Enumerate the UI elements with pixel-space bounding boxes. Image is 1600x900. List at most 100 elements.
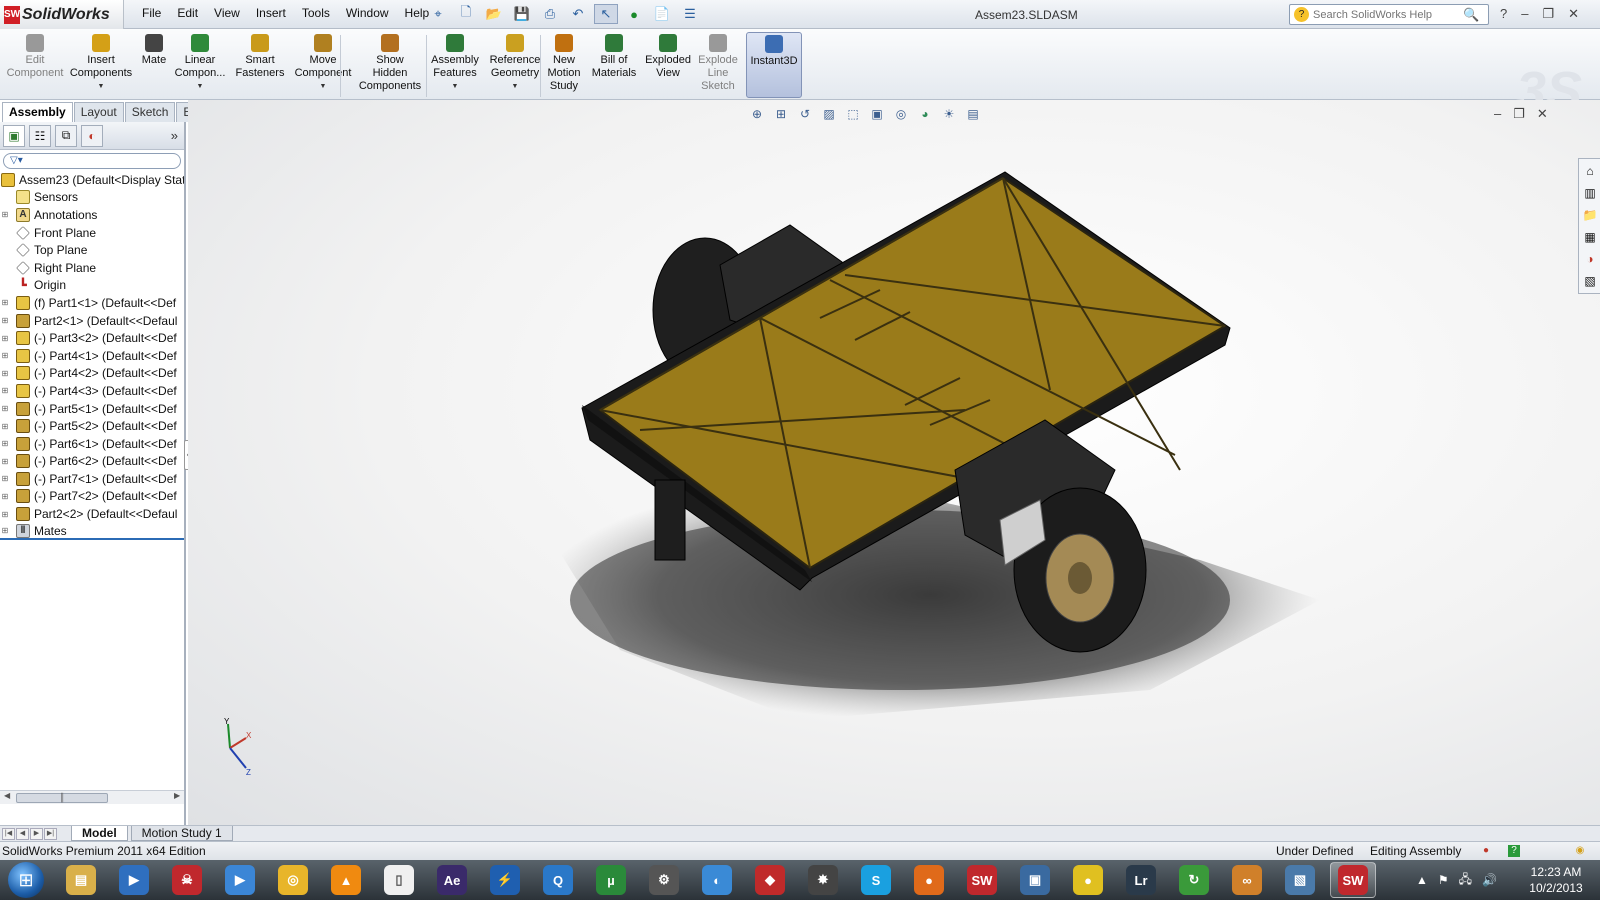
command-mate-button[interactable]: Mate (138, 32, 170, 98)
expand-toggle-icon[interactable]: ⊞ (0, 474, 10, 483)
tree-root[interactable]: Assem23 (Default<Display Stat (0, 171, 184, 189)
search-icon[interactable]: 🔍 (1463, 7, 1479, 23)
tree-item[interactable]: Top Plane (0, 241, 184, 259)
tree-item[interactable]: ⊞ ‖ Mates (0, 523, 184, 541)
scroll-thumb[interactable]: ║ (16, 793, 108, 803)
taskbar-media-button[interactable]: ✸ (800, 862, 846, 898)
tree-item[interactable]: ⊞ (-) Part5<2> (Default<<Def (0, 417, 184, 435)
dropdown-arrow-icon[interactable]: ▼ (68, 80, 134, 93)
expand-toggle-icon[interactable]: ⊞ (0, 351, 10, 360)
expand-toggle-icon[interactable]: ⊞ (0, 439, 10, 448)
command-exploded-view-button[interactable]: Exploded View (642, 32, 694, 98)
taskbar-game-button[interactable]: ⚙ (641, 862, 687, 898)
close-icon[interactable]: ✕ (1568, 6, 1579, 22)
expand-toggle-icon[interactable]: ⊞ (0, 210, 10, 219)
solidworks-logo[interactable]: SW SolidWorks (0, 0, 124, 29)
tree-item[interactable]: ┗ Origin (0, 277, 184, 295)
file-properties-icon[interactable]: 📄 (650, 4, 674, 24)
command-linear-pattern-button[interactable]: Linear Compon... ▼ (172, 32, 228, 98)
expand-toggle-icon[interactable]: ⊞ (0, 404, 10, 413)
tree-item[interactable]: ⊞ (-) Part4<3> (Default<<Def (0, 382, 184, 400)
restore-icon[interactable]: ❐ (1542, 6, 1554, 22)
dropdown-arrow-icon[interactable]: ▼ (484, 80, 546, 93)
tab-layout[interactable]: Layout (73, 102, 124, 122)
dropdown-arrow-icon[interactable]: ▼ (428, 80, 482, 93)
first-tab-icon[interactable]: |◀ (2, 827, 15, 840)
menu-edit[interactable]: Edit (169, 6, 206, 20)
action-center-icon[interactable]: ⚑ (1438, 873, 1449, 887)
status-help-icon[interactable]: ? (1508, 845, 1520, 857)
command-edit-component-button[interactable]: Edit Component (4, 32, 66, 98)
next-tab-icon[interactable]: ▶ (30, 827, 43, 840)
expand-toggle-icon[interactable]: ⊞ (0, 422, 10, 431)
taskbar-search-app-button[interactable]: Q (535, 862, 581, 898)
new-document-icon[interactable]: 🗋 (454, 4, 478, 24)
tree-item[interactable]: ⊞ (-) Part7<2> (Default<<Def (0, 488, 184, 506)
taskbar-disc-button[interactable]: ● (1065, 862, 1111, 898)
pin-icon[interactable]: ⌖ (426, 4, 450, 24)
tab-model[interactable]: Model (71, 826, 128, 841)
taskbar-utorrent-button[interactable]: µ (588, 862, 634, 898)
taskbar-flash-button[interactable]: ⚡ (482, 862, 528, 898)
taskbar-acrobat-button[interactable]: ☠ (164, 862, 210, 898)
menu-file[interactable]: File (134, 6, 169, 20)
volume-icon[interactable]: 🔊 (1482, 873, 1497, 887)
tree-item[interactable]: ⊞ A Annotations (0, 206, 184, 224)
property-manager-tab-icon[interactable]: ☷ (29, 124, 51, 147)
taskbar-skype-button[interactable]: S (853, 862, 899, 898)
taskbar-network-button[interactable]: ▣ (1012, 862, 1058, 898)
taskbar-sync-button[interactable]: ↻ (1171, 862, 1217, 898)
select-icon[interactable]: ↖ (594, 4, 618, 24)
expand-toggle-icon[interactable]: ⊞ (0, 386, 10, 395)
undo-icon[interactable]: ↶ (566, 4, 590, 24)
command-motion-study-button[interactable]: New Motion Study (542, 32, 586, 98)
tree-item[interactable]: ⊞ Part2<2> (Default<<Defaul (0, 505, 184, 523)
clock[interactable]: 12:23 AM 10/2/2013 (1516, 864, 1596, 896)
menu-window[interactable]: Window (338, 6, 397, 20)
expand-toggle-icon[interactable]: ⊞ (0, 510, 10, 519)
taskbar-notepad-button[interactable]: ▯ (376, 862, 422, 898)
start-button[interactable]: ⊞ (8, 862, 44, 898)
rebuild-status-icon[interactable]: ● (1480, 845, 1492, 857)
expand-toggle-icon[interactable]: ⊞ (0, 492, 10, 501)
prev-tab-icon[interactable]: ◀ (16, 827, 29, 840)
taskbar-solidworks-active-button[interactable]: SW (1330, 862, 1376, 898)
expand-toggle-icon[interactable]: ⊞ (0, 298, 10, 307)
tree-item[interactable]: Front Plane (0, 224, 184, 242)
tree-item[interactable]: ⊞ (f) Part1<1> (Default<<Def (0, 294, 184, 312)
scroll-left-icon[interactable]: ◀ (4, 791, 10, 800)
command-explode-line-sketch-button[interactable]: Explode Line Sketch (696, 32, 740, 98)
tree-item[interactable]: ⊞ (-) Part6<1> (Default<<Def (0, 435, 184, 453)
graphics-area[interactable]: ⊕ ⊞ ↺ ▨ ⬚ ▣ ◎ ◕ ☀ ▤ – ❐ ✕ ⌂ ▥ 📁 ▦ ◑ ▧ Y … (188, 100, 1600, 825)
expand-toggle-icon[interactable]: ⊞ (0, 334, 10, 343)
command-reference-geometry-button[interactable]: Reference Geometry ▼ (484, 32, 546, 98)
options-icon[interactable]: ☰ (678, 4, 702, 24)
network-tray-icon[interactable]: 🖧 (1459, 870, 1472, 891)
tab-motion-study-1[interactable]: Motion Study 1 (130, 826, 233, 841)
taskbar-utility-button[interactable]: ◐ (694, 862, 740, 898)
command-show-hidden-button[interactable]: Show Hidden Components (358, 32, 422, 98)
save-icon[interactable]: 💾 (510, 4, 534, 24)
tree-filter-input[interactable]: ▽▾ (3, 153, 181, 169)
tree-item[interactable]: ⊞ (-) Part7<1> (Default<<Def (0, 470, 184, 488)
taskbar-lightroom-button[interactable]: Lr (1118, 862, 1164, 898)
tray-expand-icon[interactable]: ▲ (1416, 873, 1428, 887)
tree-item[interactable]: Right Plane (0, 259, 184, 277)
taskbar-infinity-button[interactable]: ∞ (1224, 862, 1270, 898)
quick-tips-icon[interactable]: ◉ (1574, 845, 1586, 857)
feature-manager-tab-icon[interactable]: ▣ (3, 124, 25, 147)
tree-item[interactable]: Sensors (0, 189, 184, 207)
help-search-box[interactable]: ? 🔍 (1289, 4, 1489, 25)
scroll-right-icon[interactable]: ▶ (174, 791, 180, 800)
trailer-3d-model[interactable] (188, 100, 1600, 825)
tree-item[interactable]: ⊞ (-) Part5<1> (Default<<Def (0, 400, 184, 418)
taskbar-photo-button[interactable]: ▧ (1277, 862, 1323, 898)
command-insert-components-button[interactable]: Insert Components ▼ (68, 32, 134, 98)
expand-toggle-icon[interactable]: ⊞ (0, 457, 10, 466)
help-icon[interactable]: ? (1500, 6, 1507, 22)
expand-chevron-icon[interactable]: » (171, 128, 178, 143)
menu-insert[interactable]: Insert (248, 6, 294, 20)
open-icon[interactable]: 📂 (482, 4, 506, 24)
horizontal-scrollbar[interactable]: ◀ ║ ▶ (0, 790, 184, 804)
expand-toggle-icon[interactable]: ⊞ (0, 316, 10, 325)
